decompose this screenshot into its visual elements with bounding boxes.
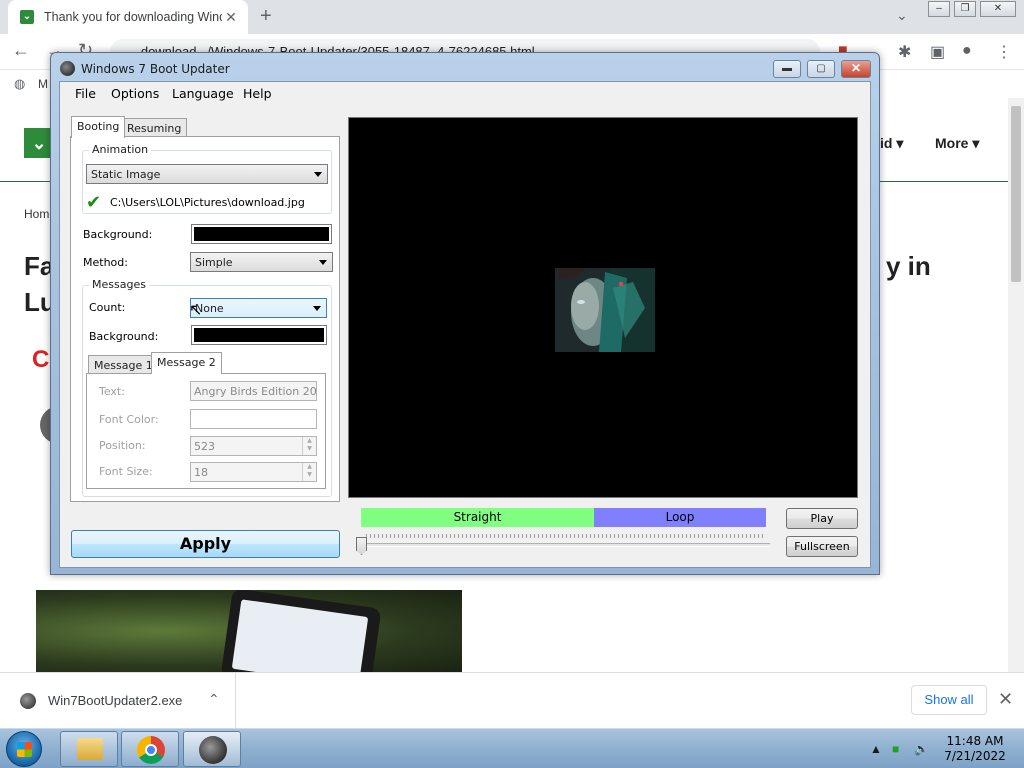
animation-group-label: Animation (89, 143, 152, 156)
back-icon[interactable]: ← (12, 40, 30, 61)
clock-date: 7/21/2022 (944, 749, 1006, 763)
font-color-picker[interactable] (190, 409, 317, 429)
apply-button[interactable]: Apply (71, 530, 340, 558)
volume-icon[interactable]: 🔈 (914, 742, 929, 756)
browser-tab-strip: ⌄ Thank you for downloading Windows 7 Bo… (0, 0, 1024, 34)
bookmark-item[interactable]: M (38, 77, 48, 91)
tab-search-chevron-icon[interactable]: ⌄ (896, 7, 908, 24)
method-select[interactable]: Simple (190, 252, 333, 272)
nav-item-partial[interactable]: id ▾ (880, 135, 903, 152)
brand-letter: C (32, 346, 50, 373)
checkmark-icon: ✔ (86, 192, 102, 213)
close-window-button[interactable]: ✕ (980, 1, 1016, 17)
font-size-spinner[interactable]: 18 ▲ ▼ (190, 462, 317, 482)
menu-file[interactable]: File (75, 86, 96, 101)
fullscreen-button[interactable]: Fullscreen (786, 536, 858, 557)
app-titlebar[interactable]: Windows 7 Boot Updater ▬ ▢ ✕ (51, 53, 879, 83)
tab-close-icon[interactable]: ✕ (222, 9, 240, 26)
menu-bar: File Options Language Help (60, 82, 870, 104)
app-close-button[interactable]: ✕ (841, 60, 871, 78)
menu-options[interactable]: Options (111, 86, 159, 101)
taskbar-boot-updater[interactable] (183, 731, 241, 767)
messages-background-color-picker[interactable] (191, 325, 327, 345)
menu-kebab-icon[interactable]: ⋮ (996, 42, 1012, 62)
portrait-image (555, 268, 655, 352)
menu-language[interactable]: Language (172, 86, 234, 101)
timeline-slider[interactable] (362, 543, 770, 547)
background-color-picker[interactable] (191, 224, 332, 244)
app-title: Windows 7 Boot Updater (81, 62, 230, 76)
text-label: Text: (99, 385, 125, 398)
nav-item-more[interactable]: More ▾ (935, 135, 979, 152)
straight-segment[interactable]: Straight (361, 508, 594, 527)
animation-file-path: C:\Users\LOL\Pictures\download.jpg (110, 196, 305, 209)
boot-updater-icon (199, 736, 227, 764)
message-text-field[interactable]: Angry Birds Edition 2012 (190, 381, 317, 401)
folder-icon (77, 738, 103, 760)
position-spinner[interactable]: 523 ▲ ▼ (190, 436, 317, 456)
globe-icon: ◍ (14, 76, 26, 91)
profile-avatar-icon[interactable]: ● (962, 42, 972, 60)
taskbar-explorer[interactable] (60, 731, 118, 767)
file-icon (20, 693, 36, 709)
app-maximize-button[interactable]: ▢ (807, 60, 835, 78)
loop-segment[interactable]: Loop (594, 508, 766, 527)
download-filename: Win7BootUpdater2.exe (48, 693, 183, 708)
app-minimize-button[interactable]: ▬ (773, 60, 801, 78)
menu-help[interactable]: Help (243, 86, 272, 101)
spinner-arrows-icon[interactable]: ▲ ▼ (302, 463, 316, 481)
chrome-icon (137, 736, 165, 764)
tab-booting[interactable]: Booting (71, 116, 126, 138)
extensions-puzzle-icon[interactable]: ✱ (898, 42, 911, 62)
slider-ticks (366, 534, 766, 538)
headline-end: y in (886, 251, 931, 281)
article-hero-image (36, 590, 462, 672)
background-label: Background: (83, 228, 153, 241)
spinner-arrows-icon[interactable]: ▲ ▼ (302, 437, 316, 455)
start-button[interactable] (6, 731, 42, 767)
position-label: Position: (99, 439, 146, 452)
tab-message-1[interactable]: Message 1 (88, 355, 159, 375)
method-label: Method: (83, 256, 128, 269)
chevron-up-icon[interactable]: ⌃ (208, 691, 220, 708)
tray-clock[interactable]: 11:48 AM 7/21/2022 (940, 734, 1010, 764)
minimize-button[interactable]: – (928, 1, 950, 17)
count-select[interactable]: None (190, 298, 327, 318)
site-favicon-icon: ⌄ (20, 10, 34, 24)
download-shelf: Win7BootUpdater2.exe ⌃ Show all ✕ (0, 672, 1024, 729)
animation-mode-select[interactable]: Static Image (86, 164, 328, 184)
mouse-cursor-icon: ↖ (189, 300, 203, 319)
font-size-label: Font Size: (99, 465, 153, 478)
clock-time: 11:48 AM (946, 734, 1004, 748)
count-label: Count: (89, 301, 126, 314)
windows-logo-icon (17, 742, 32, 757)
tray-expand-icon[interactable]: ▲ (870, 742, 882, 756)
tab-message-2[interactable]: Message 2 (151, 352, 222, 374)
messages-group-label: Messages (89, 278, 149, 291)
taskbar: ▲ ■ 🔈 11:48 AM 7/21/2022 (0, 728, 1024, 768)
sidebar-icon[interactable]: ▣ (930, 42, 945, 62)
taskbar-chrome[interactable] (121, 731, 179, 767)
phone-photo (220, 590, 382, 672)
font-color-label: Font Color: (99, 413, 159, 426)
browser-tab-title: Thank you for downloading Windows 7 Boot… (44, 10, 222, 24)
boot-preview (348, 117, 858, 498)
scrollbar-thumb[interactable] (1011, 106, 1021, 282)
play-button[interactable]: Play (786, 508, 858, 529)
close-shelf-icon[interactable]: ✕ (998, 689, 1013, 710)
page-scrollbar[interactable] (1008, 98, 1024, 672)
messages-background-label: Background: (89, 330, 159, 343)
show-all-button[interactable]: Show all (911, 685, 987, 715)
preview-image (555, 268, 655, 352)
tab-resuming[interactable]: Resuming (121, 118, 188, 138)
restore-button[interactable]: ❐ (954, 1, 976, 17)
new-tab-button[interactable]: + (260, 5, 272, 28)
browser-tab[interactable]: ⌄ Thank you for downloading Windows 7 Bo… (8, 0, 248, 34)
download-item[interactable]: Win7BootUpdater2.exe ⌃ (8, 673, 236, 729)
network-icon[interactable]: ■ (892, 742, 899, 756)
app-icon (60, 61, 75, 76)
